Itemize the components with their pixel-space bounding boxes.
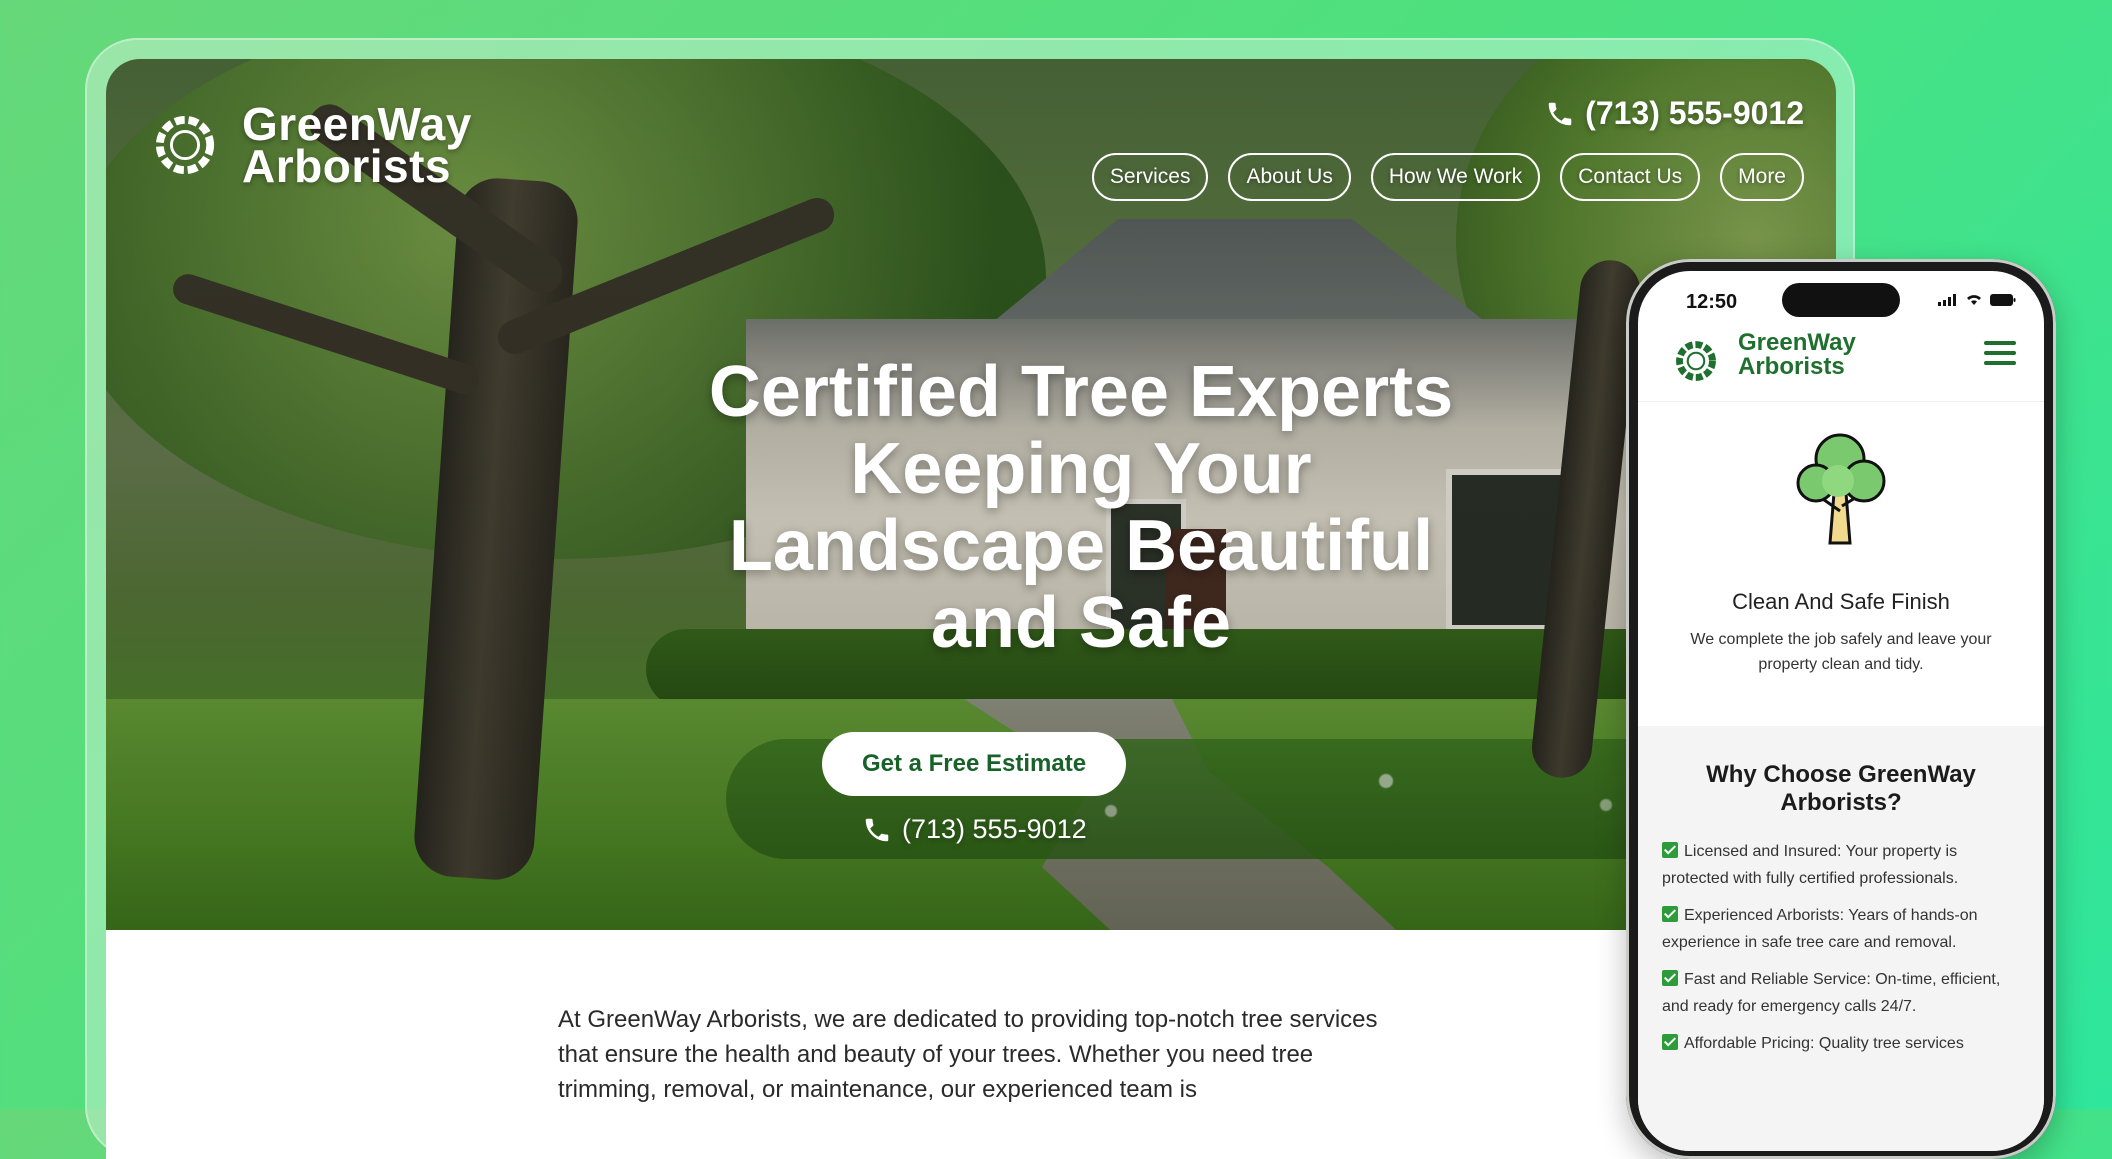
list-item: Licensed and Insured: Your property is p… [1662,838,2022,892]
hero-title-line: Certified Tree Experts [708,352,1454,432]
nav-services[interactable]: Services [1091,153,1209,201]
phone-icon [865,818,889,841]
checkbox-check-icon [1662,970,1678,986]
wreath-logo-icon [155,115,215,175]
checkbox-check-icon [1662,906,1678,922]
logo-line2: Arborists [242,140,451,192]
logo-text: GreenWay Arborists [242,98,472,192]
main-nav: Services About Us How We Work Contact Us… [1091,153,1804,201]
header-phone-text: (713) 555-9012 [1585,95,1804,131]
wifi-icon [1967,295,1981,305]
feature-card-title: Clean And Safe Finish [1732,589,1950,614]
why-choose-title: Why Choose GreenWay Arborists? [1706,761,1976,816]
signal-icon [1938,293,1956,306]
free-estimate-button[interactable]: Get a Free Estimate [822,732,1126,796]
hero-section: GreenWay Arborists (713) 555-9012 Servic… [106,59,1836,930]
hero-title-line: Keeping Your [850,429,1312,509]
hero-title-line: Landscape Beautiful [728,506,1434,586]
hero-phone-text: (713) 555-9012 [902,814,1087,844]
wreath-logo-icon[interactable] [1674,339,1718,383]
header-phone-link[interactable]: (713) 555-9012 [1545,95,1804,132]
list-item-text: Affordable Pricing: Quality tree service… [1684,1035,1964,1052]
mobile-logo-text[interactable]: GreenWay Arborists [1738,331,1856,379]
intro-paragraph: At GreenWay Arborists, we are dedicated … [558,1006,1378,1103]
site-logo[interactable]: GreenWay Arborists [154,98,472,192]
status-time: 12:50 [1686,291,1738,313]
desktop-screen: GreenWay Arborists (713) 555-9012 Servic… [106,59,1836,1159]
nav-contact-us[interactable]: Contact Us [1560,153,1701,201]
nav-how-we-work[interactable]: How We Work [1370,153,1541,201]
battery-icon [1990,293,2016,306]
tree-icon [1796,433,1886,545]
list-item: Affordable Pricing: Quality tree service… [1662,1030,2022,1057]
list-item: Fast and Reliable Service: On-time, effi… [1662,966,2022,1020]
feature-card-text: We complete the job safely and leave you… [1690,631,1992,673]
phone-screen: 12:50 GreenWay Arborists Clean And Safe … [1638,271,2044,1151]
checkbox-check-icon [1662,842,1678,858]
hero-title: Certified Tree Experts Keeping Your Land… [496,354,1666,662]
nav-more[interactable]: More [1720,153,1804,201]
list-item-text: Experienced Arborists: Years of hands-on… [1662,907,1978,951]
mobile-logo-line1: GreenWay [1738,329,1856,356]
dynamic-island [1782,283,1900,317]
hero-phone-link[interactable]: (713) 555-9012 [862,814,1087,845]
checkbox-check-icon [1662,1034,1678,1050]
logo-line1: GreenWay [242,98,472,150]
phone-icon [1548,102,1572,125]
list-item-text: Licensed and Insured: Your property is p… [1662,843,1959,887]
status-bar: 12:50 [1638,271,2044,325]
list-item-text: Fast and Reliable Service: On-time, effi… [1662,971,2001,1015]
why-choose-list: Licensed and Insured: Your property is p… [1662,838,2022,1067]
hamburger-menu-icon[interactable] [1984,339,2016,367]
status-icons [1938,293,2016,306]
hero-title-line: and Safe [930,583,1232,663]
list-item: Experienced Arborists: Years of hands-on… [1662,902,2022,956]
mobile-logo-line2: Arborists [1738,353,1845,380]
nav-about-us[interactable]: About Us [1228,153,1351,201]
